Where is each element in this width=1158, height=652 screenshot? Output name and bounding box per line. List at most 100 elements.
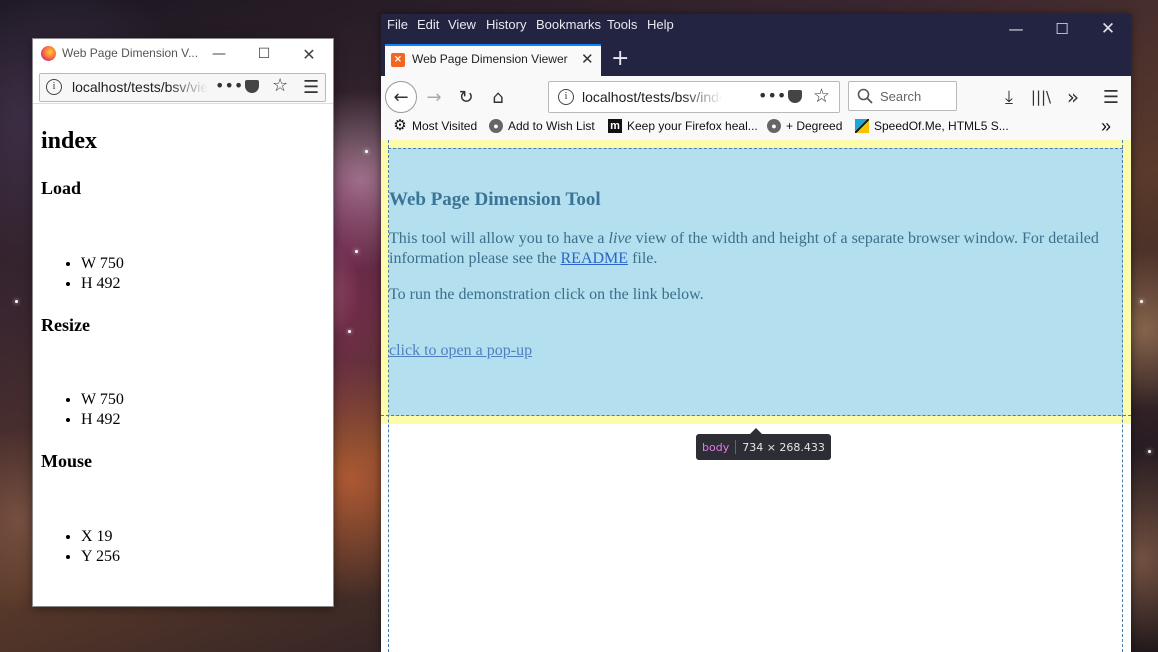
url-bar[interactable]: i localhost/tests/bsv/index ••• ☆ xyxy=(548,81,840,113)
url-text[interactable]: localhost/tests/bsv/index xyxy=(582,89,722,105)
back-arrow-icon[interactable]: ← xyxy=(385,81,417,113)
page-actions-icon[interactable]: ••• xyxy=(758,86,786,105)
globe-icon: ● xyxy=(767,119,781,133)
section-title-resize: Resize xyxy=(41,315,90,335)
list-item: Y 256 xyxy=(81,547,120,567)
list-item: X 19 xyxy=(81,527,120,547)
speedofme-icon xyxy=(855,119,869,133)
close-tab-icon[interactable]: ✕ xyxy=(581,50,594,68)
minimize-icon[interactable]: — xyxy=(993,14,1039,44)
xampp-icon: ⨯ xyxy=(391,53,405,67)
bookmark-star-icon[interactable]: ☆ xyxy=(272,75,288,96)
star xyxy=(355,250,358,253)
search-placeholder: Search xyxy=(880,89,922,104)
main-browser-window: File Edit View History Bookmarks Tools H… xyxy=(381,14,1131,652)
popup-window: Web Page Dimension V... — ☐ ✕ i localhos… xyxy=(33,39,333,606)
popup-window-title: Web Page Dimension V... xyxy=(62,46,199,60)
guide-line xyxy=(1122,140,1123,652)
star xyxy=(1140,300,1143,303)
bookmarks-toolbar: ⚙ Most Visited ● Add to Wish List m Keep… xyxy=(381,116,1131,141)
inspector-tooltip: body 734 × 268.433 xyxy=(696,428,831,460)
bookmark-label: SpeedOf.Me, HTML5 S... xyxy=(874,119,1009,133)
section-title-load: Load xyxy=(41,178,82,198)
maximize-icon[interactable]: ☐ xyxy=(244,39,284,69)
new-tab-icon[interactable]: + xyxy=(611,46,629,72)
bookmark-label: Most Visited xyxy=(412,119,478,133)
bookmark-keep-firefox-healthy[interactable]: m Keep your Firefox heal... xyxy=(608,119,758,133)
guide-line xyxy=(381,415,1131,416)
star xyxy=(15,300,18,303)
pocket-icon[interactable] xyxy=(245,80,259,93)
inspector-tag: body xyxy=(702,440,730,454)
popup-url-bar[interactable]: i localhost/tests/bsv/view ••• ☆ xyxy=(39,73,326,102)
tab-title: Web Page Dimension Viewer xyxy=(412,52,568,66)
home-icon[interactable]: ⌂ xyxy=(484,83,512,111)
bookmark-degreed[interactable]: ● + Degreed xyxy=(767,119,842,133)
search-icon xyxy=(857,88,873,104)
minimize-icon[interactable]: — xyxy=(199,39,239,69)
menu-view[interactable]: View xyxy=(448,17,476,32)
popup-content: index Load W 750 H 492 Resize W 750 H 49… xyxy=(33,103,333,606)
emphasis-text: live xyxy=(608,230,632,247)
navigation-toolbar: ← → ↻ ⌂ i localhost/tests/bsv/index ••• … xyxy=(381,76,1131,116)
popup-heading: index xyxy=(41,128,98,154)
popup-url[interactable]: localhost/tests/bsv/view xyxy=(72,79,208,95)
star xyxy=(348,330,351,333)
list-item: W 750 xyxy=(81,254,124,274)
close-icon[interactable]: ✕ xyxy=(1085,14,1131,44)
reload-icon[interactable]: ↻ xyxy=(452,83,480,111)
menu-tools[interactable]: Tools xyxy=(607,17,637,32)
page-viewport: Web Page Dimension Tool This tool will a… xyxy=(381,140,1131,652)
overflow-chevron-icon[interactable]: » xyxy=(1059,83,1087,111)
inspector-dimensions: 734 × 268.433 xyxy=(742,440,825,454)
maximize-icon[interactable]: ☐ xyxy=(1039,14,1085,44)
intro-paragraph: This tool will allow you to have a live … xyxy=(389,229,1109,269)
paragraph-text: file. xyxy=(628,250,658,267)
star xyxy=(365,150,368,153)
bookmark-label: + Degreed xyxy=(786,119,843,133)
download-icon[interactable]: ⤓ xyxy=(995,83,1023,111)
tab-web-page-dimension-viewer[interactable]: ⨯ Web Page Dimension Viewer ✕ xyxy=(385,44,601,76)
bookmark-star-icon[interactable]: ☆ xyxy=(813,85,830,107)
page-heading: Web Page Dimension Tool xyxy=(389,189,601,210)
divider xyxy=(735,440,737,454)
popup-titlebar: Web Page Dimension V... — ☐ ✕ xyxy=(33,39,333,69)
popup-link-paragraph: click to open a pop-up xyxy=(389,341,1109,361)
guide-line xyxy=(388,140,389,652)
menu-help[interactable]: Help xyxy=(647,17,674,32)
bookmarks-overflow-chevron-icon[interactable]: » xyxy=(1101,116,1111,137)
info-icon[interactable]: i xyxy=(46,79,62,95)
forward-arrow-icon[interactable]: → xyxy=(420,83,448,111)
hamburger-menu-icon[interactable]: ☰ xyxy=(1097,83,1125,111)
bookmark-add-to-wish-list[interactable]: ● Add to Wish List xyxy=(489,119,595,133)
readme-link[interactable]: README xyxy=(561,250,629,267)
search-input[interactable]: Search xyxy=(848,81,957,111)
menu-edit[interactable]: Edit xyxy=(417,17,439,32)
menu-file[interactable]: File xyxy=(387,17,408,32)
bookmark-speedofme[interactable]: SpeedOf.Me, HTML5 S... xyxy=(855,119,1009,133)
close-icon[interactable]: ✕ xyxy=(289,39,329,69)
bookmark-most-visited[interactable]: ⚙ Most Visited xyxy=(393,118,478,133)
star xyxy=(1148,450,1151,453)
bookmark-label: Keep your Firefox heal... xyxy=(627,119,758,133)
list-item: W 750 xyxy=(81,390,124,410)
bookmark-label: Add to Wish List xyxy=(508,119,595,133)
menu-history[interactable]: History xyxy=(486,17,526,32)
pocket-icon[interactable] xyxy=(788,90,802,103)
list-item: H 492 xyxy=(81,410,124,430)
library-icon[interactable]: |||\ xyxy=(1027,83,1055,111)
page-actions-icon[interactable]: ••• xyxy=(215,76,243,95)
section-title-mouse: Mouse xyxy=(41,451,92,471)
load-list: W 750 H 492 xyxy=(41,254,124,294)
globe-icon: ● xyxy=(489,119,503,133)
info-icon[interactable]: i xyxy=(558,89,574,105)
firefox-icon xyxy=(41,46,56,61)
menu-bookmarks[interactable]: Bookmarks xyxy=(536,17,601,32)
instruction-paragraph: To run the demonstration click on the li… xyxy=(389,286,704,303)
menu-bar: File Edit View History Bookmarks Tools H… xyxy=(381,14,1131,44)
open-popup-link[interactable]: click to open a pop-up xyxy=(389,342,532,359)
guide-line xyxy=(388,148,1123,149)
hamburger-menu-icon[interactable]: ☰ xyxy=(303,77,319,98)
mouse-list: X 19 Y 256 xyxy=(41,527,120,567)
list-item: H 492 xyxy=(81,274,124,294)
